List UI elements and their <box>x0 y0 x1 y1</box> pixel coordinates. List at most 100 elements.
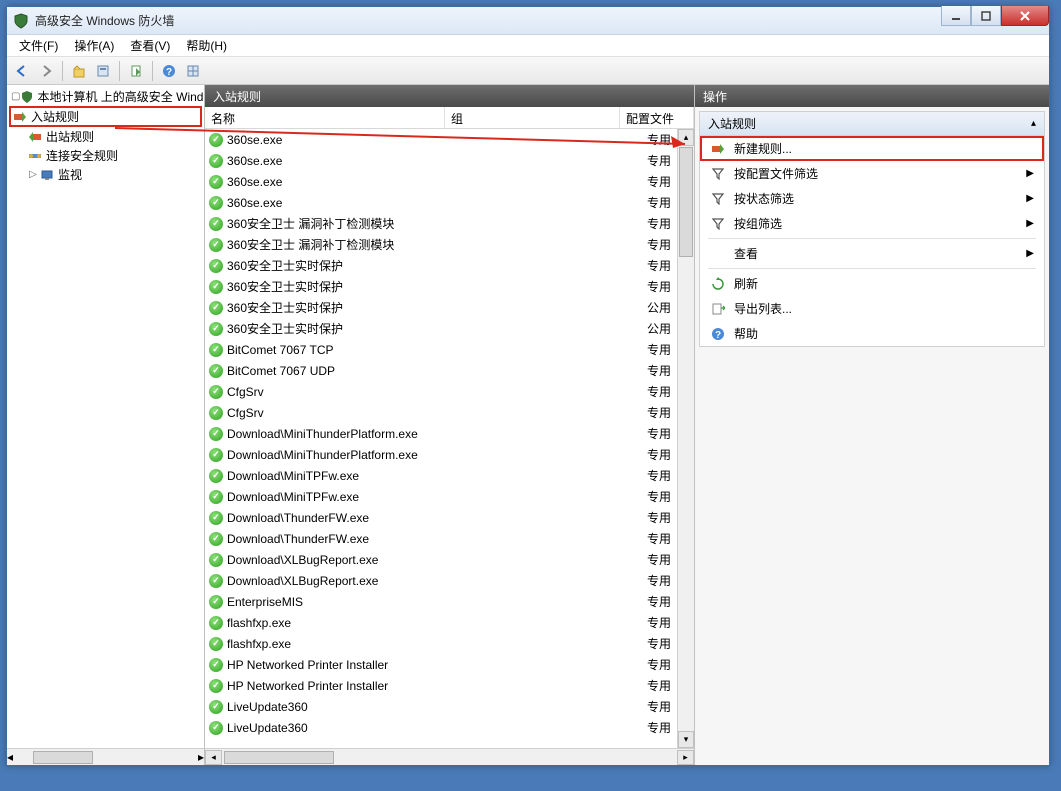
rule-row[interactable]: flashfxp.exe专用 <box>205 612 694 633</box>
scroll-up-arrow[interactable]: ▴ <box>678 129 694 146</box>
svg-text:?: ? <box>166 67 172 78</box>
tree-connection-security[interactable]: 连接安全规则 <box>9 146 202 165</box>
rule-profile: 专用 <box>647 425 671 442</box>
enabled-icon <box>209 553 223 567</box>
action-refresh[interactable]: 刷新 <box>700 271 1044 296</box>
rule-row[interactable]: 360se.exe专用 <box>205 150 694 171</box>
action-help[interactable]: ? 帮助 <box>700 321 1044 346</box>
col-profile[interactable]: 配置文件 <box>620 107 694 128</box>
up-button[interactable] <box>68 60 90 82</box>
rule-row[interactable]: Download\XLBugReport.exe专用 <box>205 570 694 591</box>
rule-row[interactable]: Download\MiniTPFw.exe专用 <box>205 465 694 486</box>
scroll-down-arrow[interactable]: ▾ <box>678 731 694 748</box>
connsec-icon <box>27 148 43 164</box>
scroll-right-arrow[interactable]: ▸ <box>198 750 204 764</box>
rule-row[interactable]: Download\XLBugReport.exe专用 <box>205 549 694 570</box>
scroll-left-arrow[interactable]: ◂ <box>7 750 13 764</box>
close-button[interactable] <box>1001 6 1049 26</box>
properties-button[interactable] <box>92 60 114 82</box>
minimize-button[interactable] <box>941 6 971 26</box>
svg-text:?: ? <box>715 330 721 341</box>
rule-row[interactable]: HP Networked Printer Installer专用 <box>205 654 694 675</box>
enabled-icon <box>209 238 223 252</box>
forward-button[interactable] <box>35 60 57 82</box>
help-button[interactable]: ? <box>158 60 180 82</box>
rule-name: flashfxp.exe <box>227 637 647 651</box>
view-toggle-button[interactable] <box>182 60 204 82</box>
titlebar[interactable]: 高级安全 Windows 防火墙 <box>7 7 1049 35</box>
action-filter-group[interactable]: 按组筛选 ▶ <box>700 211 1044 236</box>
column-headers: 名称 组 配置文件 <box>205 107 694 129</box>
rules-h-scrollbar[interactable]: ◂ ▸ <box>205 748 694 765</box>
action-filter-state[interactable]: 按状态筛选 ▶ <box>700 186 1044 211</box>
tree-h-scrollbar[interactable]: ◂ ▸ <box>7 748 204 765</box>
expand-icon[interactable]: ▷ <box>27 169 39 180</box>
maximize-button[interactable] <box>971 6 1001 26</box>
export-button[interactable] <box>125 60 147 82</box>
rule-row[interactable]: CfgSrv专用 <box>205 402 694 423</box>
scroll-thumb[interactable] <box>224 751 334 764</box>
rule-row[interactable]: Download\ThunderFW.exe专用 <box>205 528 694 549</box>
separator <box>62 61 63 81</box>
action-filter-profile[interactable]: 按配置文件筛选 ▶ <box>700 161 1044 186</box>
enabled-icon <box>209 259 223 273</box>
rule-row[interactable]: flashfxp.exe专用 <box>205 633 694 654</box>
rule-name: 360se.exe <box>227 154 647 168</box>
rule-row[interactable]: BitComet 7067 TCP专用 <box>205 339 694 360</box>
rule-row[interactable]: Download\MiniThunderPlatform.exe专用 <box>205 444 694 465</box>
rule-row[interactable]: LiveUpdate360专用 <box>205 696 694 717</box>
actions-section-header[interactable]: 入站规则 ▴ <box>700 112 1044 136</box>
tree-pane[interactable]: ▢ 本地计算机 上的高级安全 Wind 入站规则 出站规则 连接安全规则 ▷ 监… <box>7 85 205 765</box>
action-refresh-label: 刷新 <box>734 275 758 292</box>
rule-row[interactable]: 360安全卫士实时保护专用 <box>205 276 694 297</box>
menu-view[interactable]: 查看(V) <box>122 35 178 56</box>
tree-monitor[interactable]: ▷ 监视 <box>9 165 202 184</box>
rule-row[interactable]: 360安全卫士 漏洞补丁检测模块专用 <box>205 234 694 255</box>
rule-profile: 专用 <box>647 341 671 358</box>
rule-row[interactable]: EnterpriseMIS专用 <box>205 591 694 612</box>
enabled-icon <box>209 532 223 546</box>
scroll-thumb[interactable] <box>679 147 693 257</box>
rule-name: 360se.exe <box>227 133 647 147</box>
menu-file[interactable]: 文件(F) <box>11 35 66 56</box>
rule-row[interactable]: 360安全卫士 漏洞补丁检测模块专用 <box>205 213 694 234</box>
rule-row[interactable]: 360安全卫士实时保护公用 <box>205 297 694 318</box>
rule-row[interactable]: Download\MiniThunderPlatform.exe专用 <box>205 423 694 444</box>
rules-list[interactable]: 360se.exe专用360se.exe专用360se.exe专用360se.e… <box>205 129 694 748</box>
rule-name: Download\XLBugReport.exe <box>227 574 647 588</box>
collapse-icon[interactable]: ▢ <box>11 91 20 102</box>
rule-name: 360安全卫士实时保护 <box>227 257 647 274</box>
rule-row[interactable]: 360安全卫士实时保护专用 <box>205 255 694 276</box>
rule-row[interactable]: CfgSrv专用 <box>205 381 694 402</box>
rule-profile: 专用 <box>647 530 671 547</box>
tree-inbound-rules[interactable]: 入站规则 <box>9 106 202 127</box>
rule-row[interactable]: 360安全卫士实时保护公用 <box>205 318 694 339</box>
scroll-left-arrow[interactable]: ◂ <box>205 750 222 765</box>
collapse-icon[interactable]: ▴ <box>1031 118 1036 129</box>
col-group[interactable]: 组 <box>445 107 620 128</box>
rule-row[interactable]: LiveUpdate360专用 <box>205 717 694 738</box>
rule-row[interactable]: 360se.exe专用 <box>205 129 694 150</box>
back-button[interactable] <box>11 60 33 82</box>
action-view[interactable]: 查看 ▶ <box>700 241 1044 266</box>
menu-action[interactable]: 操作(A) <box>66 35 122 56</box>
menu-help[interactable]: 帮助(H) <box>178 35 235 56</box>
rule-row[interactable]: 360se.exe专用 <box>205 192 694 213</box>
scroll-thumb[interactable] <box>33 751 93 764</box>
rule-name: 360安全卫士 漏洞补丁检测模块 <box>227 236 647 253</box>
rules-v-scrollbar[interactable]: ▴ ▾ <box>677 129 694 748</box>
rule-row[interactable]: BitComet 7067 UDP专用 <box>205 360 694 381</box>
rule-row[interactable]: HP Networked Printer Installer专用 <box>205 675 694 696</box>
actions-section-title: 入站规则 <box>708 115 756 132</box>
rule-row[interactable]: Download\ThunderFW.exe专用 <box>205 507 694 528</box>
tree-root[interactable]: ▢ 本地计算机 上的高级安全 Wind <box>9 87 202 106</box>
rule-profile: 专用 <box>647 719 671 736</box>
submenu-arrow-icon: ▶ <box>1026 218 1034 229</box>
tree-outbound-rules[interactable]: 出站规则 <box>9 127 202 146</box>
action-export[interactable]: 导出列表... <box>700 296 1044 321</box>
scroll-right-arrow[interactable]: ▸ <box>677 750 694 765</box>
col-name[interactable]: 名称 <box>205 107 445 128</box>
rule-row[interactable]: Download\MiniTPFw.exe专用 <box>205 486 694 507</box>
action-new-rule[interactable]: 新建规则... <box>700 136 1044 161</box>
rule-row[interactable]: 360se.exe专用 <box>205 171 694 192</box>
